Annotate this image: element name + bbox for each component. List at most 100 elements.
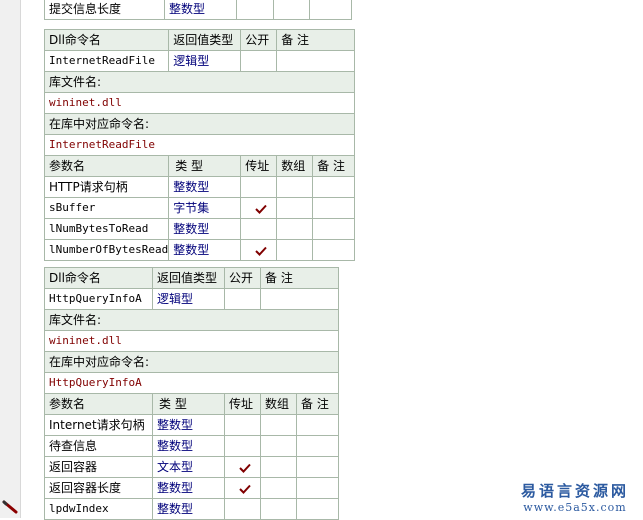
public-cell[interactable] <box>224 288 261 310</box>
header-public: 公开 <box>224 267 261 289</box>
checkmark-icon <box>255 246 267 256</box>
lib-command-label: 在库中对应命令名: <box>43 113 356 135</box>
site-watermark: 易语言资源网 www.e5a5x.com <box>515 480 635 514</box>
by-ref-cell[interactable] <box>240 197 278 219</box>
param-name[interactable]: 返回容器 <box>44 456 153 478</box>
note-cell[interactable] <box>296 456 339 478</box>
lib-command-label: 在库中对应命令名: <box>44 351 339 373</box>
array-cell[interactable] <box>273 0 310 20</box>
header-note: 备 注 <box>296 393 339 415</box>
table-row: sBuffer 字节集 <box>43 197 356 219</box>
array-cell[interactable] <box>260 456 297 478</box>
table-row: 提交信息长度 整数型 <box>44 0 352 20</box>
array-cell[interactable] <box>276 218 314 240</box>
lib-file-label: 库文件名: <box>43 71 356 93</box>
param-name[interactable]: Internet请求句柄 <box>44 414 153 436</box>
param-type-link[interactable]: 整数型 <box>168 218 242 240</box>
note-cell[interactable] <box>309 0 352 20</box>
header-note: 备 注 <box>260 267 339 289</box>
header-array: 数组 <box>260 393 297 415</box>
header-by-ref: 传址 <box>224 393 261 415</box>
dll-command-name[interactable]: InternetReadFile <box>43 50 170 72</box>
array-cell[interactable] <box>276 239 314 261</box>
array-cell[interactable] <box>260 477 297 499</box>
param-type-link[interactable]: 整数型 <box>152 435 225 457</box>
pencil-icon[interactable] <box>2 500 18 514</box>
param-type-link[interactable]: 字节集 <box>168 197 242 219</box>
note-cell[interactable] <box>312 239 356 261</box>
header-param-name: 参数名 <box>43 155 170 177</box>
by-ref-cell[interactable] <box>224 498 261 520</box>
header-dll-command: Dll命令名 <box>44 267 153 289</box>
by-ref-cell[interactable] <box>224 456 261 478</box>
param-type-link[interactable]: 整数型 <box>152 498 225 520</box>
param-type-link[interactable]: 文本型 <box>152 456 225 478</box>
param-name[interactable]: 返回容器长度 <box>44 477 153 499</box>
param-type-link[interactable]: 整数型 <box>152 477 225 499</box>
param-header-row: 参数名 类 型 传址 数组 备 注 <box>43 155 356 177</box>
by-ref-cell[interactable] <box>224 414 261 436</box>
return-type-link[interactable]: 逻辑型 <box>152 288 225 310</box>
array-cell[interactable] <box>276 176 314 198</box>
lib-command-value[interactable]: HttpQueryInfoA <box>44 372 339 394</box>
param-name[interactable]: HTTP请求句柄 <box>43 176 170 198</box>
param-name[interactable]: lpdwIndex <box>44 498 153 520</box>
dll-command-table-internetreadfile: Dll命令名 返回值类型 公开 备 注 InternetReadFile 逻辑型… <box>43 29 356 261</box>
param-name[interactable]: sBuffer <box>43 197 170 219</box>
section-row: 库文件名: <box>43 71 356 93</box>
note-cell[interactable] <box>296 477 339 499</box>
header-public: 公开 <box>240 29 278 51</box>
table-row: HttpQueryInfoA 逻辑型 <box>44 288 339 310</box>
array-cell[interactable] <box>260 414 297 436</box>
note-cell[interactable] <box>296 435 339 457</box>
note-cell[interactable] <box>312 218 356 240</box>
header-param-name: 参数名 <box>44 393 153 415</box>
note-cell[interactable] <box>296 498 339 520</box>
param-type-link[interactable]: 整数型 <box>168 239 242 261</box>
array-cell[interactable] <box>276 197 314 219</box>
table-row: lNumBytesToRead 整数型 <box>43 218 356 240</box>
param-type-link[interactable]: 整数型 <box>164 0 237 20</box>
lib-file-value[interactable]: wininet.dll <box>44 330 339 352</box>
header-array: 数组 <box>276 155 314 177</box>
dll-command-name[interactable]: HttpQueryInfoA <box>44 288 153 310</box>
note-cell[interactable] <box>296 414 339 436</box>
public-cell[interactable] <box>240 50 278 72</box>
table-row: wininet.dll <box>43 92 356 114</box>
section-row: 在库中对应命令名: <box>43 113 356 135</box>
by-ref-cell[interactable] <box>240 218 278 240</box>
table-row: wininet.dll <box>44 330 339 352</box>
param-name: 提交信息长度 <box>44 0 165 20</box>
param-type-link[interactable]: 整数型 <box>152 414 225 436</box>
param-name[interactable]: lNumBytesToRead <box>43 218 170 240</box>
lib-command-value[interactable]: InternetReadFile <box>43 134 356 156</box>
return-type-link[interactable]: 逻辑型 <box>168 50 242 72</box>
watermark-title: 易语言资源网 <box>520 482 629 500</box>
by-ref-cell[interactable] <box>240 239 278 261</box>
by-ref-cell[interactable] <box>236 0 274 20</box>
array-cell[interactable] <box>260 498 297 520</box>
header-type: 类 型 <box>168 155 242 177</box>
note-cell[interactable] <box>312 176 356 198</box>
lib-file-label: 库文件名: <box>44 309 339 331</box>
by-ref-cell[interactable] <box>224 435 261 457</box>
header-return-type: 返回值类型 <box>152 267 225 289</box>
lib-file-value[interactable]: wininet.dll <box>43 92 356 114</box>
checkmark-icon <box>255 204 267 214</box>
note-cell[interactable] <box>276 50 356 72</box>
header-note: 备 注 <box>276 29 356 51</box>
note-cell[interactable] <box>312 197 356 219</box>
param-type-link[interactable]: 整数型 <box>168 176 242 198</box>
table-row: InternetReadFile 逻辑型 <box>43 50 356 72</box>
param-name[interactable]: 待查信息 <box>44 435 153 457</box>
note-cell[interactable] <box>260 288 339 310</box>
left-gutter <box>0 0 21 518</box>
param-name[interactable]: lNumberOfBytesRead <box>43 239 170 261</box>
array-cell[interactable] <box>260 435 297 457</box>
header-dll-command: Dll命令名 <box>43 29 170 51</box>
table-header-row: Dll命令名 返回值类型 公开 备 注 <box>44 267 339 289</box>
checkmark-icon <box>238 484 251 494</box>
header-by-ref: 传址 <box>240 155 278 177</box>
by-ref-cell[interactable] <box>224 477 261 499</box>
by-ref-cell[interactable] <box>240 176 278 198</box>
